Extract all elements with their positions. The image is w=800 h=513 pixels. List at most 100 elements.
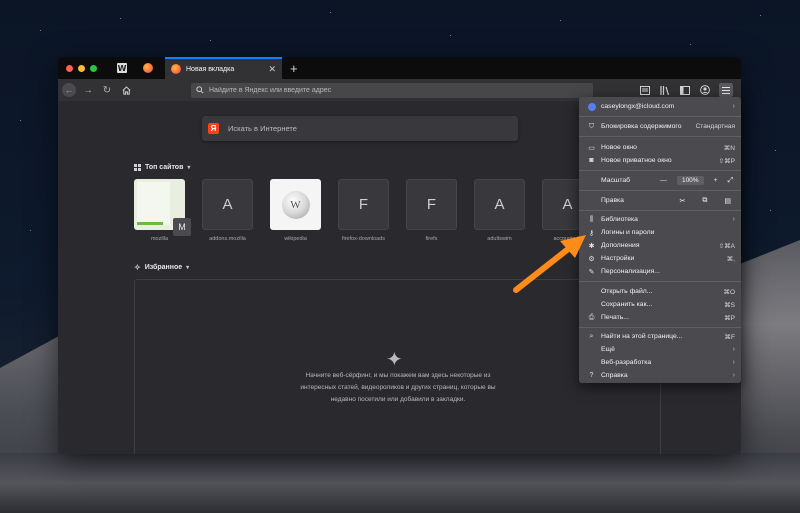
top-site-mozilla[interactable]: M mozilla [134, 179, 191, 242]
menu-open-file[interactable]: Открыть файл... ⌘O [579, 285, 741, 298]
forward-button[interactable]: → [81, 83, 95, 97]
zoom-out-button[interactable]: — [660, 177, 667, 184]
open-menu-button[interactable] [719, 83, 733, 97]
tab-bar: W Новая вкладка ✕ + [58, 57, 741, 79]
top-sites-header[interactable]: Топ сайтов ▾ [134, 164, 190, 171]
menu-new-window[interactable]: ▭ Новое окно ⌘N [579, 141, 741, 154]
menu-library[interactable]: ⫼ Библиотека › [579, 213, 741, 226]
brush-icon: ✎ [588, 268, 595, 276]
site-label: firefox-downloads [341, 236, 386, 242]
menu-web-developer[interactable]: Веб-разработка › [579, 356, 741, 369]
preferences-label: Настройки [601, 255, 635, 262]
firefox-icon [143, 63, 153, 73]
zoom-in-button[interactable]: + [714, 177, 718, 184]
site-letter: A [474, 179, 525, 230]
home-button[interactable] [119, 83, 133, 97]
back-arrow-icon: ← [62, 83, 76, 97]
close-tab-icon[interactable]: ✕ [268, 64, 276, 75]
sparkle-icon: ✦ [386, 349, 403, 371]
private-mask-icon: ◙ [589, 157, 594, 164]
menu-content-blocking[interactable]: ⛉ Блокировка содержимого Стандартная [579, 120, 741, 133]
menu-new-private-window[interactable]: ◙ Новое приватное окно ⇧⌘P [579, 154, 741, 167]
address-bar[interactable] [191, 82, 593, 98]
menu-customize[interactable]: ✎ Персонализация... [579, 265, 741, 278]
top-site-wikipedia[interactable]: wikipedia [270, 179, 321, 242]
top-site-addons[interactable]: A addons.mozilla [202, 179, 253, 242]
fullscreen-icon[interactable]: ⤢ [728, 177, 733, 185]
reader-view-icon[interactable] [639, 85, 650, 96]
new-tab-button[interactable]: + [290, 62, 298, 75]
chevron-right-icon: › [732, 359, 735, 366]
reload-icon: ↻ [102, 84, 112, 96]
new-private-label: Новое приватное окно [601, 157, 672, 164]
menu-help[interactable]: ? Справка › [579, 369, 741, 382]
save-as-label: Сохранить как... [601, 301, 653, 308]
chevron-right-icon: › [732, 372, 735, 379]
highlights-header[interactable]: ✧ Избранное ▾ [134, 263, 189, 272]
gear-icon: ⚙ [588, 255, 595, 263]
copy-icon[interactable]: ⧉ [702, 197, 707, 205]
site-label: addons.mozilla [209, 236, 246, 242]
yandex-icon: Я [208, 123, 219, 134]
home-icon [122, 85, 130, 95]
menu-account[interactable]: caseylongx@icloud.com › [579, 100, 741, 113]
reload-button[interactable]: ↻ [100, 83, 114, 97]
sidebar-icon[interactable] [679, 85, 690, 96]
menu-print[interactable]: ⎙ Печать... ⌘P [579, 311, 741, 324]
top-site-adultswim[interactable]: A adultswim [474, 179, 525, 242]
account-icon[interactable] [699, 85, 710, 96]
shortcut: ⌘F [724, 333, 735, 341]
shortcut: ⌘N [723, 144, 735, 152]
library-icon[interactable] [659, 85, 670, 96]
menu-find[interactable]: ⌕ Найти на этой странице... ⌘F [579, 330, 741, 343]
zoom-reset-button[interactable]: 100% [676, 176, 704, 185]
chevron-right-icon: › [732, 103, 735, 110]
more-label: Ещё [601, 346, 615, 353]
web-search-input[interactable] [228, 124, 508, 133]
shortcut: ⌘S [724, 301, 735, 309]
menu-zoom: Масштаб — 100% + ⤢ [579, 174, 741, 187]
maximize-window-button[interactable] [90, 64, 97, 72]
pinned-tab-firefox[interactable] [137, 57, 159, 79]
pinned-tab-w[interactable]: W [111, 57, 133, 79]
close-window-button[interactable] [66, 64, 73, 72]
site-thumbnail: M [134, 179, 191, 236]
address-input[interactable] [209, 86, 569, 94]
menu-preferences[interactable]: ⚙ Настройки ⌘, [579, 252, 741, 265]
search-icon: ⌕ [589, 332, 594, 340]
paste-icon[interactable]: ▤ [724, 197, 731, 205]
site-letter: M [173, 218, 191, 236]
menu-save-as[interactable]: Сохранить как... ⌘S [579, 298, 741, 311]
site-letter: A [202, 179, 253, 230]
print-label: Печать... [601, 314, 629, 321]
customize-label: Персонализация... [601, 268, 660, 275]
shortcut: ⌘P [724, 314, 735, 322]
top-site-firefx[interactable]: F firefx [406, 179, 457, 242]
minimize-window-button[interactable] [78, 64, 85, 72]
menu-logins-passwords[interactable]: ⚷ Логины и пароли [579, 226, 741, 239]
help-label: Справка [601, 372, 628, 379]
tab-title: Новая вкладка [186, 65, 235, 73]
site-letter: F [338, 179, 389, 230]
back-button[interactable]: ← [62, 83, 76, 97]
tab-new-tab[interactable]: Новая вкладка ✕ [165, 57, 282, 79]
highlights-title: Избранное [144, 264, 183, 271]
cut-icon[interactable]: ✂ [680, 197, 686, 205]
library-label: Библиотека [601, 216, 638, 223]
menu-more[interactable]: Ещё › [579, 343, 741, 356]
site-letter: F [406, 179, 457, 230]
edit-label: Правка [601, 197, 624, 204]
top-site-firefox-downloads[interactable]: F firefox-downloads [338, 179, 389, 242]
help-icon: ? [589, 372, 594, 379]
forward-arrow-icon: → [83, 84, 93, 96]
chevron-down-icon: ▾ [187, 165, 191, 171]
addons-label: Дополнения [601, 242, 640, 249]
zoom-label: Масштаб [601, 177, 631, 184]
puzzle-icon: ✱ [588, 242, 595, 250]
library-icon: ⫼ [589, 215, 594, 223]
chevron-right-icon: › [732, 216, 735, 223]
account-avatar-icon [587, 102, 596, 111]
desktop-ground [0, 453, 800, 513]
menu-addons[interactable]: ✱ Дополнения ⇧⌘A [579, 239, 741, 252]
web-search-box[interactable]: Я [202, 116, 518, 141]
